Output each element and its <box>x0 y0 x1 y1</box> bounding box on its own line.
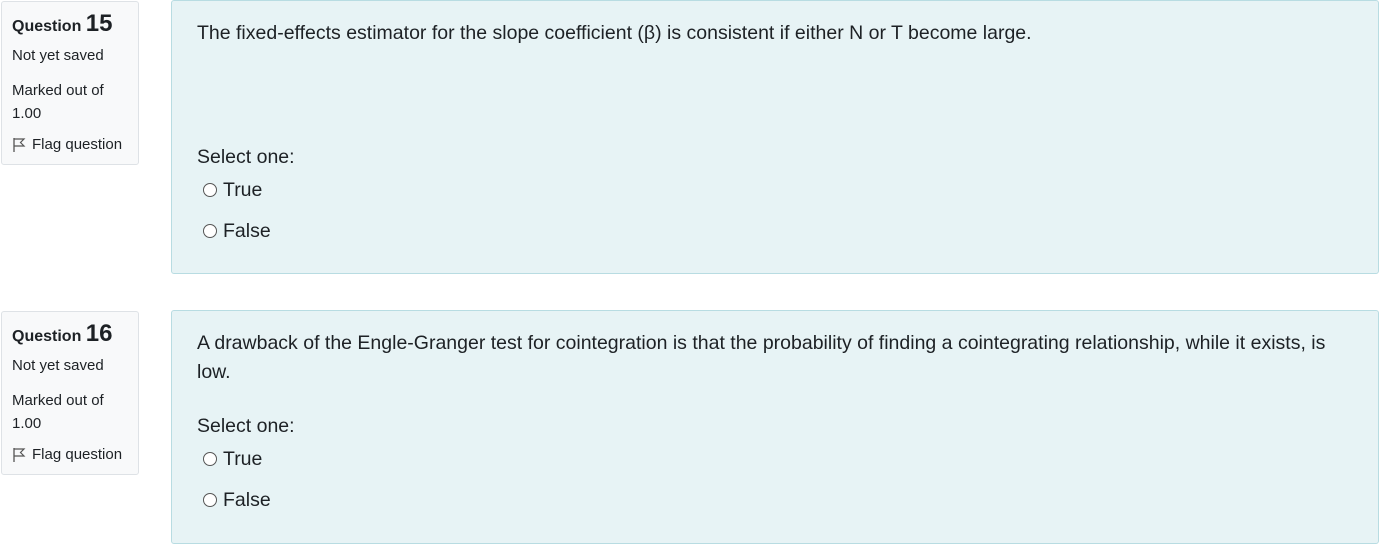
option-true[interactable]: True <box>197 177 1353 203</box>
option-true[interactable]: True <box>197 446 1353 472</box>
question-text: A drawback of the Engle-Granger test for… <box>197 332 1326 383</box>
question-number: 15 <box>85 10 113 37</box>
question-label: Question <box>12 328 82 345</box>
radio-button[interactable] <box>203 493 217 507</box>
option-false[interactable]: False <box>197 487 1353 513</box>
option-label[interactable]: False <box>223 489 271 512</box>
question-text: The fixed-effects estimator for the slop… <box>197 22 1032 44</box>
question-content: A drawback of the Engle-Granger test for… <box>171 310 1379 544</box>
question-label: Question <box>12 18 82 35</box>
question-16: Question 16 Not yet saved Marked out of … <box>0 310 1381 545</box>
answer-options: True False <box>197 446 1353 513</box>
radio-button[interactable] <box>203 224 217 238</box>
select-one-prompt: Select one: <box>197 415 295 437</box>
option-label[interactable]: True <box>223 179 262 202</box>
question-grade: Marked out of 1.00 <box>12 392 104 432</box>
flag-icon <box>12 137 26 153</box>
flag-question-link[interactable]: Flag question <box>12 135 128 155</box>
option-label[interactable]: False <box>223 220 271 243</box>
option-label[interactable]: True <box>223 448 262 471</box>
option-false[interactable]: False <box>197 218 1353 244</box>
question-info: Question 16 Not yet saved Marked out of … <box>1 311 139 475</box>
answer-options: True False <box>197 177 1353 244</box>
flag-question-label: Flag question <box>32 136 123 153</box>
radio-button[interactable] <box>203 183 217 197</box>
flag-question-link[interactable]: Flag question <box>12 445 128 465</box>
question-state: Not yet saved <box>12 357 104 374</box>
question-grade: Marked out of 1.00 <box>12 82 104 122</box>
question-number-row: Question 16 <box>12 320 128 351</box>
question-content: The fixed-effects estimator for the slop… <box>171 0 1379 274</box>
question-state: Not yet saved <box>12 47 104 64</box>
flag-question-label: Flag question <box>32 446 123 463</box>
question-info: Question 15 Not yet saved Marked out of … <box>1 1 139 165</box>
question-number: 16 <box>85 320 113 347</box>
question-number-row: Question 15 <box>12 10 128 41</box>
question-15: Question 15 Not yet saved Marked out of … <box>0 0 1381 275</box>
flag-icon <box>12 447 26 463</box>
select-one-prompt: Select one: <box>197 146 295 168</box>
radio-button[interactable] <box>203 452 217 466</box>
